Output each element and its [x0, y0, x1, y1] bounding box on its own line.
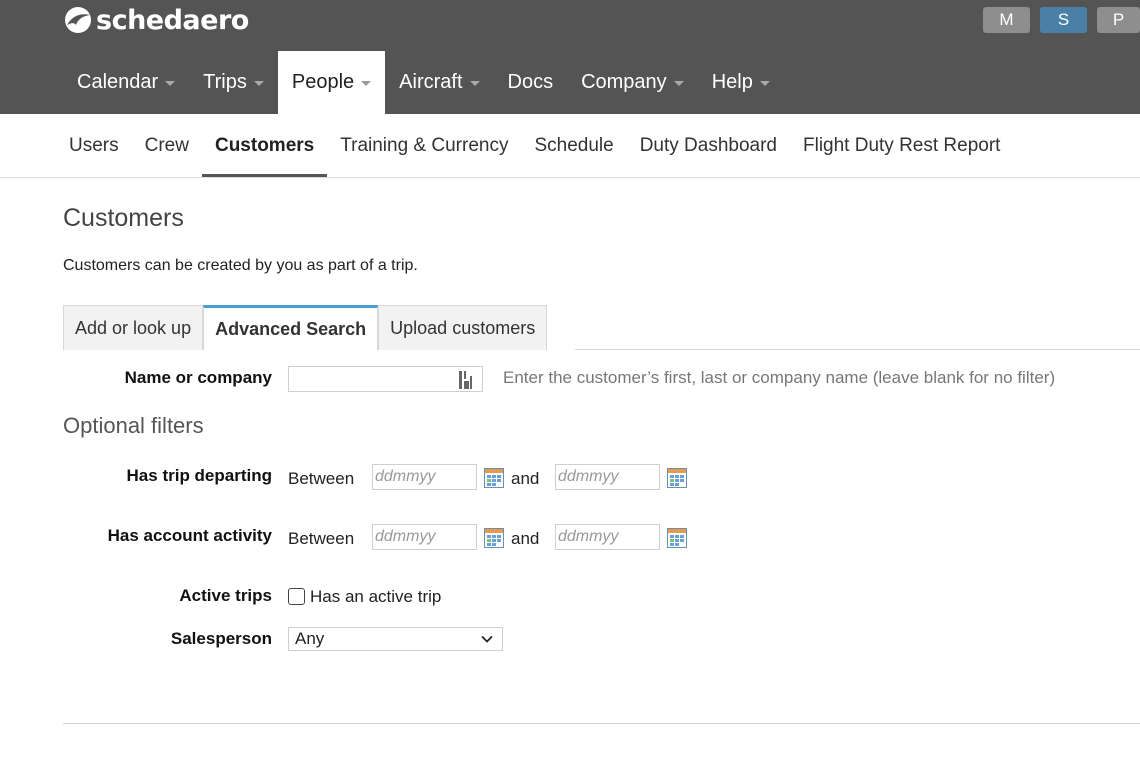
user-button-s[interactable]: S — [1040, 7, 1087, 33]
nav-people[interactable]: People — [277, 51, 386, 114]
subnav-training-currency[interactable]: Training & Currency — [327, 114, 521, 177]
account-activity-label: Has account activity — [107, 526, 272, 545]
tab-add-or-look-up[interactable]: Add or look up — [63, 305, 204, 350]
name-or-company-hint: Enter the customer’s first, last or comp… — [503, 368, 1056, 387]
calendar-icon[interactable] — [667, 528, 687, 548]
account-activity-to-input[interactable] — [555, 524, 660, 550]
trip-departing-to-input[interactable] — [555, 464, 660, 490]
caret-down-icon — [253, 81, 264, 86]
calendar-icon[interactable] — [484, 468, 504, 488]
nav-docs[interactable]: Docs — [494, 51, 568, 114]
trip-departing-from-input[interactable] — [372, 464, 477, 490]
caret-down-icon — [165, 81, 176, 86]
nav-company[interactable]: Company — [567, 51, 698, 114]
user-button-m[interactable]: M — [983, 7, 1030, 33]
salesperson-select[interactable]: Any — [288, 627, 503, 651]
calendar-icon[interactable] — [484, 528, 504, 548]
brand-name: schedaero — [96, 4, 249, 36]
nav-calendar[interactable]: Calendar — [63, 51, 189, 114]
brand-logo[interactable]: schedaero — [63, 4, 249, 36]
tab-advanced-search[interactable]: Advanced Search — [203, 305, 379, 350]
nav-label: Trips — [203, 71, 247, 93]
caret-down-icon — [469, 81, 480, 86]
divider — [575, 349, 1140, 350]
main-nav: Calendar Trips People Aircraft Docs Comp… — [63, 51, 784, 114]
subnav-customers[interactable]: Customers — [201, 114, 328, 177]
nav-label: Calendar — [77, 71, 159, 93]
tab-upload-customers[interactable]: Upload customers — [378, 305, 548, 350]
trip-departing-label: Has trip departing — [126, 466, 272, 485]
salesperson-selected-value: Any — [295, 629, 325, 648]
subnav-flight-duty-rest-report[interactable]: Flight Duty Rest Report — [790, 114, 1013, 177]
salesperson-label: Salesperson — [170, 629, 272, 648]
nav-aircraft[interactable]: Aircraft — [385, 51, 493, 114]
nav-label: Docs — [507, 71, 554, 93]
active-trip-checkbox[interactable] — [288, 588, 305, 605]
page-description: Customers can be created by you as part … — [63, 257, 418, 274]
and-text: and — [511, 469, 540, 488]
page-title: Customers — [63, 204, 184, 232]
caret-down-icon — [361, 81, 372, 86]
calendar-icon[interactable] — [667, 468, 687, 488]
subnav-crew[interactable]: Crew — [132, 114, 202, 177]
optional-filters-title: Optional filters — [63, 413, 204, 438]
name-or-company-field[interactable] — [288, 366, 483, 392]
subnav-users[interactable]: Users — [56, 114, 132, 177]
subnav-schedule[interactable]: Schedule — [521, 114, 626, 177]
between-text: Between — [288, 529, 355, 548]
between-text: Between — [288, 469, 355, 488]
password-manager-icon[interactable] — [458, 370, 474, 390]
divider — [63, 723, 1140, 724]
account-activity-from-input[interactable] — [372, 524, 477, 550]
subnav-duty-dashboard[interactable]: Duty Dashboard — [627, 114, 790, 177]
nav-label: Aircraft — [399, 71, 463, 93]
nav-trips[interactable]: Trips — [189, 51, 278, 114]
name-or-company-label: Name or company — [124, 368, 272, 387]
user-button-p[interactable]: P — [1097, 7, 1140, 33]
top-header: schedaero M S P Calendar Trips People Ai… — [0, 0, 1140, 114]
tab-bar: Add or look up Advanced Search Upload cu… — [63, 305, 548, 350]
chevron-down-icon — [481, 635, 493, 643]
and-text: and — [511, 529, 540, 548]
nav-label: People — [291, 71, 355, 93]
nav-label: Company — [581, 71, 667, 93]
divider — [0, 177, 1140, 178]
name-or-company-input[interactable] — [289, 367, 454, 391]
caret-down-icon — [673, 81, 684, 86]
nav-help[interactable]: Help — [698, 51, 784, 114]
bird-logo-icon — [65, 7, 91, 33]
active-trip-checkbox-label[interactable]: Has an active trip — [310, 587, 441, 607]
active-trips-label: Active trips — [179, 586, 272, 605]
nav-label: Help — [711, 71, 753, 93]
sub-nav: Users Crew Customers Training & Currency… — [56, 114, 1013, 177]
caret-down-icon — [759, 81, 770, 86]
